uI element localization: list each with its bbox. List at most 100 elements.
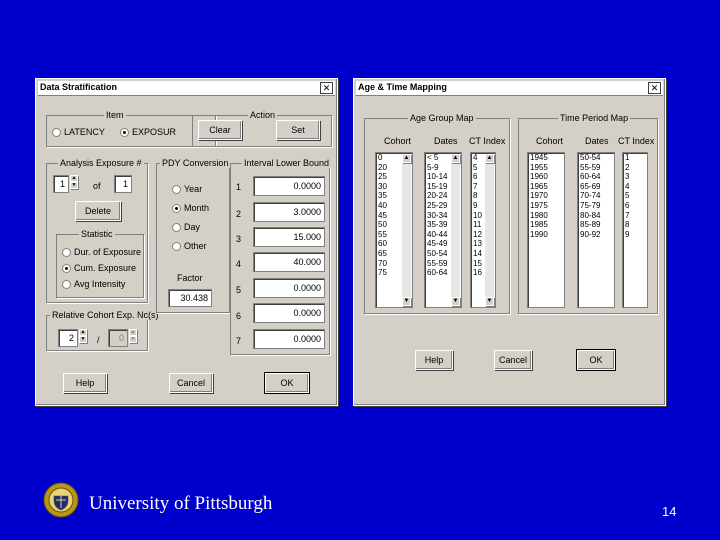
radio-checked-icon	[62, 264, 71, 274]
cum-exposure-radio[interactable]: Cum. Exposure	[62, 263, 136, 274]
relative-cohort-field-1[interactable]: 2	[58, 329, 78, 347]
scroll-down-icon[interactable]: ▼	[451, 297, 460, 306]
pdy-conversion-label: PDY Conversion	[160, 158, 231, 168]
help-button[interactable]: Help	[415, 350, 453, 370]
exposur-radio[interactable]: EXPOSUR	[120, 127, 176, 138]
list-item[interactable]: 60-64	[578, 172, 614, 182]
set-button[interactable]: Set	[276, 120, 320, 140]
spin-down-icon: ▼	[129, 336, 137, 343]
dialog-title-bar[interactable]: Age & Time Mapping ✕	[356, 81, 663, 96]
interval-bound-field[interactable]: 0.0000	[253, 176, 325, 196]
relative-cohort-spinner-1[interactable]: ▲ ▼	[79, 329, 87, 347]
list-item[interactable]: 1980	[528, 211, 564, 221]
time-ctindex-list[interactable]: 123456789	[622, 152, 648, 308]
avg-intensity-radio[interactable]: Avg Intensity	[62, 279, 125, 290]
radio-unchecked-icon	[172, 242, 181, 252]
dialog-title-bar[interactable]: Data Stratification ✕	[38, 81, 335, 96]
list-item[interactable]: 4	[623, 182, 647, 192]
interval-bound-field[interactable]: 15.000	[253, 227, 325, 247]
scroll-up-icon[interactable]: ▲	[451, 154, 460, 163]
dialog-title: Age & Time Mapping	[358, 82, 447, 92]
age-ctindex-header: CT Index	[469, 136, 506, 146]
month-radio[interactable]: Month	[172, 203, 209, 214]
delete-button[interactable]: Delete	[75, 201, 121, 221]
ok-button[interactable]: OK	[576, 349, 616, 371]
list-item[interactable]: 90-92	[578, 230, 614, 240]
scrollbar[interactable]: ▲ ▼	[451, 154, 460, 306]
interval-bound-field[interactable]: 3.0000	[253, 202, 325, 222]
list-item[interactable]: 1985	[528, 220, 564, 230]
list-item[interactable]: 7	[623, 211, 647, 221]
radio-checked-icon	[172, 204, 181, 214]
latency-radio[interactable]: LATENCY	[52, 127, 105, 138]
list-item[interactable]: 1965	[528, 182, 564, 192]
spin-down-icon[interactable]: ▼	[79, 336, 87, 343]
list-item[interactable]: 1955	[528, 163, 564, 173]
radio-unchecked-icon	[172, 223, 181, 233]
list-item[interactable]: 75-79	[578, 201, 614, 211]
cancel-button[interactable]: Cancel	[169, 373, 213, 393]
list-item[interactable]: 3	[623, 172, 647, 182]
close-icon[interactable]: ✕	[320, 82, 333, 94]
list-item[interactable]: 80-84	[578, 211, 614, 221]
list-item[interactable]: 1990	[528, 230, 564, 240]
other-radio[interactable]: Other	[172, 241, 207, 252]
factor-field[interactable]: 30.438	[168, 289, 212, 307]
cancel-button[interactable]: Cancel	[494, 350, 532, 370]
list-item[interactable]: 55-59	[578, 163, 614, 173]
list-items: 123456789	[623, 153, 647, 239]
list-item[interactable]: 70-74	[578, 191, 614, 201]
year-radio[interactable]: Year	[172, 184, 202, 195]
data-stratification-dialog: Data Stratification ✕ Item LATENCY EXPOS…	[35, 78, 338, 406]
interval-lower-bound-label: Interval Lower Bound	[242, 158, 332, 168]
list-item[interactable]: 1970	[528, 191, 564, 201]
interval-row-number: 1	[236, 182, 242, 192]
scroll-up-icon[interactable]: ▲	[485, 154, 494, 163]
help-button[interactable]: Help	[63, 373, 107, 393]
day-radio[interactable]: Day	[172, 222, 200, 233]
interval-bound-field[interactable]: 0.0000	[253, 329, 325, 349]
spin-up-icon[interactable]: ▲	[70, 175, 78, 182]
age-ctindex-list[interactable]: 4 5 6 7 8 9 10 11 12 13 14 15 16 ▲ ▼	[470, 152, 496, 308]
interval-row-number: 7	[236, 336, 242, 346]
scroll-down-icon[interactable]: ▼	[402, 297, 411, 306]
list-item[interactable]: 5	[623, 191, 647, 201]
relative-cohort-label: Relative Cohort Exp. Nc(s)	[50, 310, 161, 320]
list-item[interactable]: 50-54	[578, 153, 614, 163]
time-ctindex-header: CT Index	[618, 136, 655, 146]
list-item[interactable]: 2	[623, 163, 647, 173]
exposure-index-field[interactable]: 1	[53, 175, 69, 193]
list-item[interactable]: 9	[623, 230, 647, 240]
list-item[interactable]: 6	[623, 201, 647, 211]
close-icon[interactable]: ✕	[648, 82, 661, 94]
list-item[interactable]: 1975	[528, 201, 564, 211]
dur-exposure-radio[interactable]: Dur. of Exposure	[62, 247, 141, 258]
interval-bound-field[interactable]: 40.000	[253, 252, 325, 272]
scrollbar[interactable]: ▲ ▼	[485, 154, 494, 306]
interval-bound-field[interactable]: 0.0000	[253, 278, 325, 298]
scroll-down-icon[interactable]: ▼	[485, 297, 494, 306]
interval-bound-field[interactable]: 0.0000	[253, 303, 325, 323]
list-item[interactable]: 65-69	[578, 182, 614, 192]
spin-up-icon: ▲	[129, 329, 137, 336]
action-group-label: Action	[248, 110, 278, 120]
ok-button[interactable]: OK	[264, 372, 310, 394]
age-dates-list[interactable]: < 5 5-9 10-14 15-19 20-24 25-29 30-34 35-39 40-4…	[424, 152, 462, 308]
clear-button[interactable]: Clear	[198, 120, 242, 140]
time-dates-list[interactable]: 50-54 55-59 60-64 65-69 70-74 75-79 80-84 85-89…	[577, 152, 615, 308]
spin-up-icon[interactable]: ▲	[79, 329, 87, 336]
list-item[interactable]: 1945	[528, 153, 564, 163]
list-item[interactable]: 1	[623, 153, 647, 163]
spin-down-icon[interactable]: ▼	[70, 182, 78, 189]
radio-checked-icon	[120, 128, 129, 138]
list-item[interactable]: 85-89	[578, 220, 614, 230]
list-item[interactable]: 8	[623, 220, 647, 230]
exposure-index-spinner[interactable]: ▲ ▼	[70, 175, 78, 193]
time-cohort-list[interactable]: 1945 1955 1960 1965 1970 1975 1980 1985 1990	[527, 152, 565, 308]
factor-label: Factor	[177, 273, 203, 283]
exposure-total-field: 1	[114, 175, 132, 193]
list-item[interactable]: 1960	[528, 172, 564, 182]
age-cohort-list[interactable]: 0 20 25 30 35 40 45 50 55 60 65 70 75 ▲ ▼	[375, 152, 413, 308]
scrollbar[interactable]: ▲ ▼	[402, 154, 411, 306]
scroll-up-icon[interactable]: ▲	[402, 154, 411, 163]
